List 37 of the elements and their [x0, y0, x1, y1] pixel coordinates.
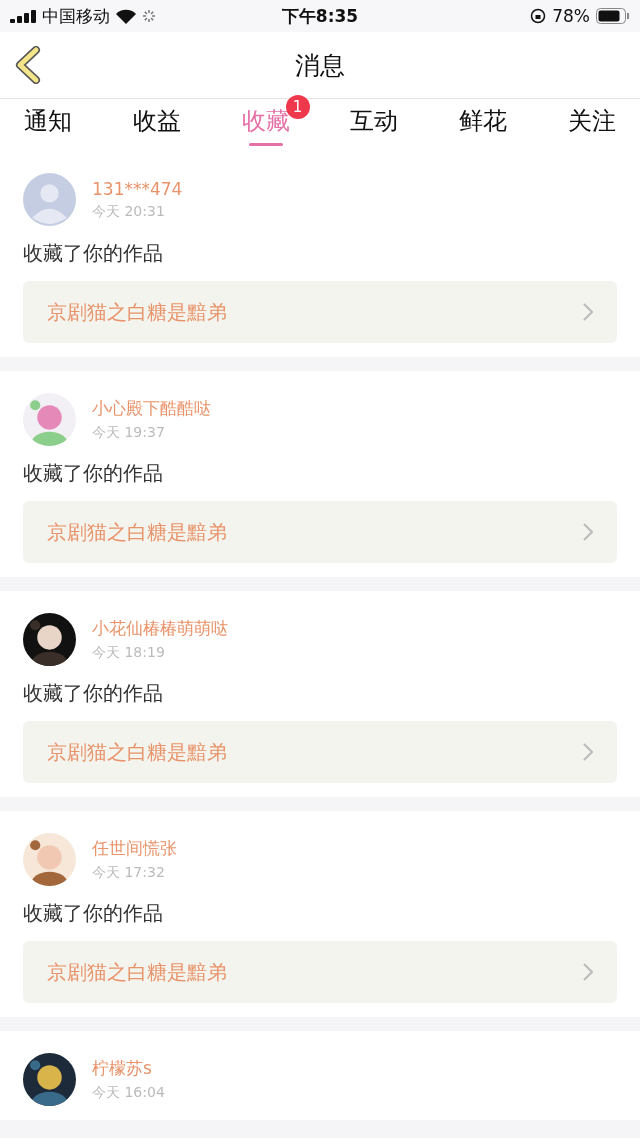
tab[interactable]: 互动 [336, 99, 413, 151]
user-name[interactable]: 任世间慌张 [92, 837, 177, 860]
message-time: 今天 17:32 [92, 864, 166, 882]
wifi-icon [116, 8, 136, 24]
user-name[interactable]: 柠檬苏s [92, 1057, 165, 1080]
tab[interactable]: 通知 [10, 99, 86, 151]
loading-icon [142, 9, 156, 23]
message-time: 今天 20:31 [92, 202, 166, 221]
user-name[interactable]: 小花仙椿椿萌萌哒 [92, 617, 228, 640]
chevron-icon [583, 303, 593, 321]
signal-icon [10, 9, 36, 23]
message-text: 收藏了你的作品 [23, 240, 164, 267]
status-time: 下午8:35 [281, 4, 359, 28]
message-time: 今天 19:37 [92, 424, 166, 442]
work-link[interactable]: 京剧猫之白糖是黯弟 [23, 941, 617, 1003]
tab[interactable]: 收益 [118, 99, 195, 151]
message-time: 今天 16:04 [92, 1084, 165, 1102]
chevron-icon [583, 963, 593, 981]
avatar-icon [23, 173, 76, 226]
tab[interactable]: 鲜花 [445, 99, 522, 151]
battery-icon [596, 8, 630, 24]
user-name[interactable]: 小心殿下酷酷哒 [92, 397, 211, 420]
message-time: 今天 18:19 [92, 644, 166, 662]
page-title: 消息 [295, 49, 345, 82]
message-text: 收藏了你的作品 [23, 680, 164, 707]
rotation-lock-icon [530, 8, 547, 24]
chevron-icon [583, 523, 593, 541]
battery-percent: 78% [552, 6, 590, 26]
work-link[interactable]: 京剧猫之白糖是黯弟 [23, 281, 617, 343]
carrier-name: 中国移动 [42, 4, 110, 28]
user-name[interactable]: 131***474 [92, 178, 183, 199]
message-text: 收藏了你的作品 [23, 900, 164, 927]
work-link[interactable]: 京剧猫之白糖是黯弟 [23, 501, 617, 563]
tab[interactable]: 关注 [554, 99, 630, 151]
chevron-icon [583, 743, 593, 761]
message-text: 收藏了你的作品 [23, 460, 164, 487]
work-link[interactable]: 京剧猫之白糖是黯弟 [23, 721, 617, 783]
